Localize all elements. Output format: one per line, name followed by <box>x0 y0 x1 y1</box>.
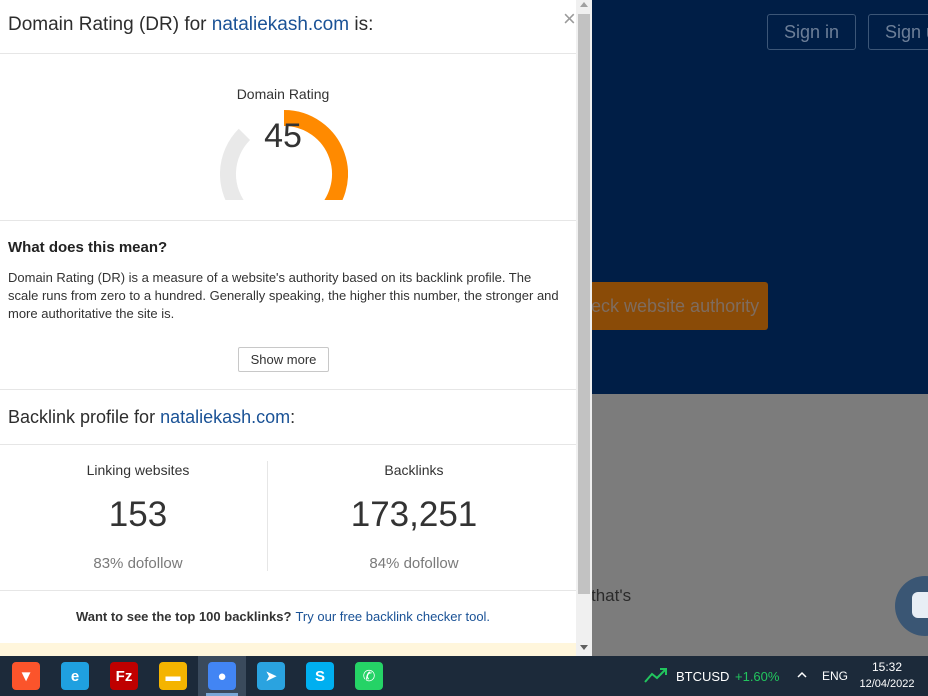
modal-footer: Want to see the top 100 backlinks? Try ou… <box>0 591 576 643</box>
scroll-down-arrow-icon[interactable] <box>580 645 588 650</box>
modal-header: Domain Rating (DR) for nataliekash.com i… <box>0 0 576 54</box>
stock-chart-icon <box>644 668 667 683</box>
footer-banner <box>0 643 576 656</box>
sign-up-button[interactable]: Sign up <box>868 14 928 50</box>
modal-title: Domain Rating (DR) for nataliekash.com i… <box>8 14 373 36</box>
stat-label: Linking websites <box>86 462 190 478</box>
chrome-icon[interactable]: ● <box>208 662 236 690</box>
linking-websites-stat: Linking websites 153 83% dofollow <box>0 445 276 591</box>
edge-icon[interactable]: e <box>61 662 89 690</box>
scroll-thumb[interactable] <box>578 14 590 594</box>
clock-time[interactable]: 15:32 <box>860 660 914 674</box>
footer-text: Want to see the top 100 backlinks? Try ou… <box>0 609 566 624</box>
close-icon[interactable]: × <box>563 8 576 30</box>
domain-rating-value: 45 <box>264 117 302 155</box>
ticker-change: +1.60% <box>735 669 780 684</box>
stat-divider <box>267 461 268 571</box>
background-text-line: that's <box>591 586 632 605</box>
chevron-up-icon[interactable] <box>797 670 807 680</box>
meaning-title: What does this mean? <box>8 239 168 256</box>
telegram-icon[interactable]: ➤ <box>257 662 285 690</box>
stat-label: Backlinks <box>384 462 444 478</box>
chat-icon <box>912 592 928 618</box>
domain-rating-label: Domain Rating <box>236 86 330 102</box>
stat-value: 173,251 <box>350 495 478 534</box>
bp-title-prefix: Backlink profile for <box>8 407 161 427</box>
stat-dofollow: 84% dofollow <box>369 555 459 572</box>
backlink-profile-title: Backlink profile for nataliekash.com: <box>8 407 295 428</box>
meaning-description: Domain Rating (DR) is a measure of a web… <box>8 270 559 321</box>
backlink-checker-link[interactable]: Try our free backlink checker tool. <box>295 609 490 624</box>
language-indicator[interactable]: ENG <box>822 669 848 683</box>
meaning-section: What does this mean? Domain Rating (DR) … <box>0 221 576 390</box>
filezilla-icon[interactable]: Fz <box>110 662 138 690</box>
windows-taskbar: ▼ e Fz ▬ ● ➤ S ✆ BTCUSD +1.60% ENG 15:32 12/04/… <box>0 656 928 696</box>
bp-domain-link[interactable]: nataliekash.com <box>160 407 290 427</box>
title-suffix: is: <box>349 14 374 35</box>
brave-icon[interactable]: ▼ <box>12 662 40 690</box>
modal-content: Domain Rating (DR) for nataliekash.com i… <box>0 0 576 656</box>
file-explorer-icon[interactable]: ▬ <box>159 662 187 690</box>
clock-date[interactable]: 12/04/2022 <box>856 678 918 690</box>
backlink-stats: Linking websites 153 83% dofollow Backli… <box>0 445 576 591</box>
footer-question: Want to see the top 100 backlinks? <box>75 609 292 624</box>
domain-rating-modal: Domain Rating (DR) for nataliekash.com i… <box>0 0 592 656</box>
domain-rating-section: Domain Rating 45 <box>0 54 576 221</box>
bp-title-suffix: : <box>290 407 296 427</box>
scroll-up-arrow-icon[interactable] <box>580 2 588 7</box>
sign-in-button[interactable]: Sign in <box>767 14 857 50</box>
whatsapp-icon[interactable]: ✆ <box>355 662 383 690</box>
skype-icon[interactable]: S <box>306 662 334 690</box>
ticker-symbol[interactable]: BTCUSD <box>676 669 729 684</box>
backlinks-stat: Backlinks 173,251 84% dofollow <box>276 445 552 591</box>
title-domain-link[interactable]: nataliekash.com <box>212 14 349 35</box>
title-prefix: Domain Rating (DR) for <box>8 14 212 35</box>
backlink-profile-header: Backlink profile for nataliekash.com: <box>0 390 576 445</box>
show-more-button[interactable]: Show more <box>238 347 329 372</box>
stat-value: 153 <box>108 495 168 534</box>
stat-dofollow: 83% dofollow <box>93 555 183 572</box>
modal-scrollbar[interactable] <box>576 0 592 656</box>
